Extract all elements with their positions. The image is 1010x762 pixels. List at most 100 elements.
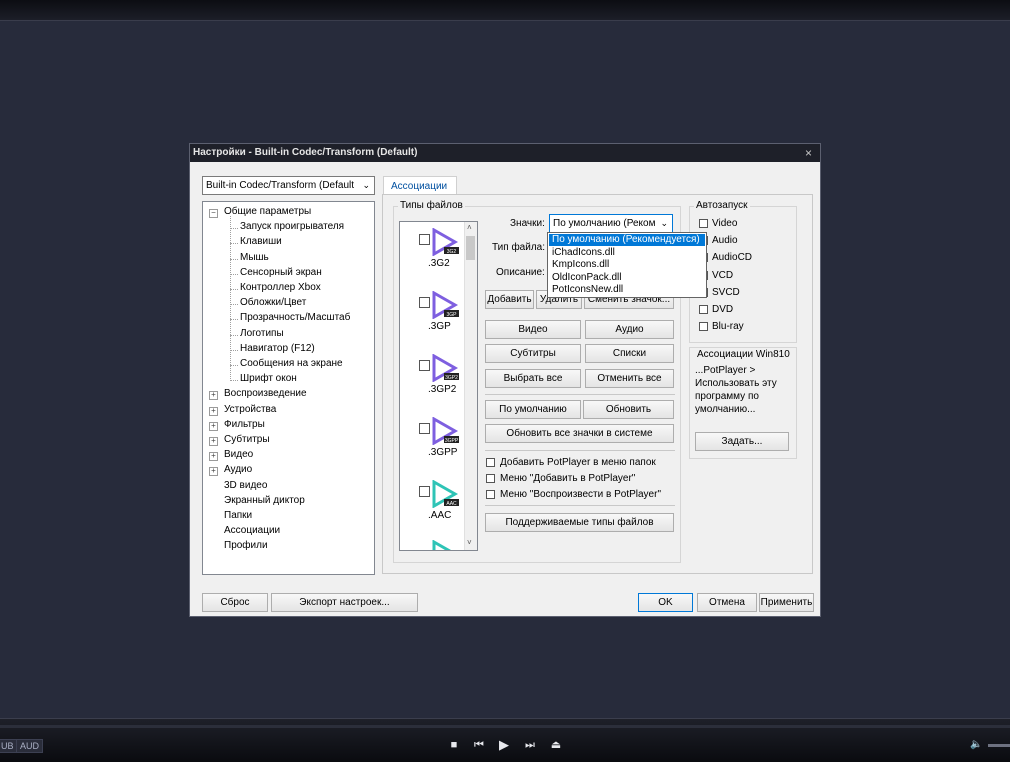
tree-item[interactable]: Профили: [224, 540, 268, 551]
autorun-checkbox[interactable]: [699, 322, 708, 332]
tree-item[interactable]: Обложки/Цвет: [240, 297, 306, 308]
tree-item[interactable]: Шрифт окон: [240, 373, 297, 384]
subtitles-button[interactable]: Субтитры: [485, 344, 581, 363]
file-badge: AAC: [446, 501, 457, 507]
tree-item[interactable]: Папки: [224, 510, 252, 521]
autorun-checkbox[interactable]: [699, 305, 708, 314]
win810-text-3: программу по: [695, 391, 759, 402]
tree-item[interactable]: Субтитры: [224, 434, 270, 445]
dropdown-option[interactable]: По умолчанию (Рекомендуется): [549, 234, 705, 246]
supported-types-button[interactable]: Поддерживаемые типы файлов: [485, 513, 674, 532]
divider: [485, 505, 675, 506]
volume-slider[interactable]: [988, 744, 1010, 747]
autorun-label: Blu-ray: [712, 321, 744, 333]
ok-button[interactable]: OK: [638, 593, 693, 612]
tree-item[interactable]: Воспроизведение: [224, 388, 307, 399]
eject-icon[interactable]: ⏏: [548, 738, 564, 752]
export-settings-button[interactable]: Экспорт настроек...: [271, 593, 418, 612]
tab-associations[interactable]: Ассоциации: [383, 176, 457, 195]
expand-icon[interactable]: +: [209, 452, 218, 462]
update-all-icons-button[interactable]: Обновить все значки в системе: [485, 424, 674, 443]
file-list-scrollbar[interactable]: ˄ ˅: [464, 222, 477, 550]
dialog-titlebar: Настройки - Built-in Codec/Transform (De…: [190, 144, 820, 162]
stop-icon[interactable]: ■: [446, 738, 462, 752]
dropdown-option[interactable]: OldIconPack.dll: [549, 272, 705, 284]
apply-button[interactable]: Применить: [759, 593, 814, 612]
close-icon[interactable]: ×: [805, 144, 812, 162]
tree-item[interactable]: Прозрачность/Масштаб: [240, 312, 350, 323]
file-type-checkbox[interactable]: [419, 486, 430, 497]
tree-item[interactable]: Экранный диктор: [224, 495, 305, 506]
menu-play-checkbox[interactable]: [486, 490, 495, 499]
tree-item[interactable]: Логотипы: [240, 328, 284, 339]
expand-icon[interactable]: +: [209, 437, 218, 446]
tree-connector: [230, 349, 238, 351]
scroll-up-icon[interactable]: ˄: [467, 223, 472, 232]
profile-select[interactable]: Built-in Codec/Transform (Default ⌄: [202, 176, 375, 195]
update-button[interactable]: Обновить: [583, 400, 674, 419]
file-type-list[interactable]: ˄ ˅ 3G2 .3G2 3GP .3GP 3GP2 .3GP2 3GPP .3GPP AAC.…: [399, 221, 478, 551]
dropdown-option[interactable]: PotIconsNew.dll: [549, 284, 705, 296]
dropdown-option[interactable]: KmpIcons.dll: [549, 259, 705, 271]
tree-item[interactable]: Аудио: [224, 464, 252, 475]
previous-icon[interactable]: ⏮: [471, 738, 487, 752]
audio-button[interactable]: Аудио: [585, 320, 674, 339]
tree-item[interactable]: Навигатор (F12): [240, 343, 315, 354]
icons-label: Значки:: [510, 218, 545, 229]
player-top-bar: [0, 0, 1010, 21]
play-file-icon: [432, 540, 452, 550]
audio-toggle[interactable]: AUD: [16, 739, 44, 753]
expand-icon[interactable]: +: [209, 467, 218, 477]
tree-connector: [230, 334, 238, 336]
tree-item[interactable]: 3D видео: [224, 480, 267, 491]
play-icon[interactable]: ▶: [496, 738, 512, 752]
tree-item[interactable]: Общие параметры: [224, 206, 311, 217]
file-type-checkbox[interactable]: [419, 360, 430, 371]
icons-select[interactable]: По умолчанию (Реком ⌄: [549, 214, 673, 233]
add-folder-menu-checkbox[interactable]: [486, 458, 495, 467]
add-button[interactable]: Добавить: [485, 290, 534, 309]
subtitle-toggle[interactable]: UB: [0, 739, 18, 753]
tree-item[interactable]: Сенсорный экран: [240, 267, 322, 278]
player-control-bar: UB AUD ■ ⏮ ▶ ⏭ ⏏ 🔈: [0, 718, 1010, 762]
dropdown-option[interactable]: iChadIcons.dll: [549, 247, 705, 259]
autorun-label: Video: [712, 218, 738, 229]
default-button[interactable]: По умолчанию: [485, 400, 581, 419]
file-type-checkbox[interactable]: [419, 297, 430, 308]
tree-item[interactable]: Ассоциации: [224, 525, 280, 536]
tree-item[interactable]: Контроллер Xbox: [240, 282, 321, 293]
select-all-button[interactable]: Выбрать все: [485, 369, 581, 388]
speaker-icon[interactable]: 🔈: [970, 739, 982, 750]
chevron-down-icon: ⌄: [660, 218, 668, 228]
file-type-checkbox[interactable]: [419, 234, 430, 245]
scroll-thumb[interactable]: [466, 236, 475, 260]
seek-bar[interactable]: [0, 725, 1010, 728]
tree-item[interactable]: Запуск проигрывателя: [240, 221, 344, 232]
next-icon[interactable]: ⏭: [522, 738, 538, 752]
icons-dropdown-list[interactable]: По умолчанию (Рекомендуется) iChadIcons.d…: [547, 232, 707, 298]
settings-tree[interactable]: Общие параметры − Запуск проигрывателя Клав…: [202, 201, 375, 575]
expand-icon[interactable]: +: [209, 406, 218, 416]
expand-icon[interactable]: +: [209, 391, 218, 401]
deselect-all-button[interactable]: Отменить все: [585, 369, 674, 388]
file-type-checkbox[interactable]: [419, 423, 430, 434]
tree-item[interactable]: Фильтры: [224, 419, 265, 430]
tree-connector: [230, 258, 238, 260]
tree-item[interactable]: Устройства: [224, 404, 276, 415]
file-type-label: .3GP2: [428, 384, 457, 395]
set-default-button[interactable]: Задать...: [695, 432, 789, 451]
collapse-icon[interactable]: −: [209, 209, 218, 218]
win810-group-label: Ассоциации Win810: [695, 349, 792, 360]
tree-item[interactable]: Сообщения на экране: [240, 358, 343, 369]
autorun-checkbox[interactable]: [699, 219, 708, 228]
menu-add-checkbox[interactable]: [486, 474, 495, 483]
expand-icon[interactable]: +: [209, 421, 218, 431]
tree-item[interactable]: Видео: [224, 449, 253, 460]
lists-button[interactable]: Списки: [585, 344, 674, 363]
tree-item[interactable]: Мышь: [240, 252, 269, 263]
reset-button[interactable]: Сброс: [202, 593, 268, 612]
cancel-button[interactable]: Отмена: [697, 593, 757, 612]
tree-item[interactable]: Клавиши: [240, 236, 282, 247]
scroll-down-icon[interactable]: ˅: [467, 538, 472, 547]
video-button[interactable]: Видео: [485, 320, 581, 339]
